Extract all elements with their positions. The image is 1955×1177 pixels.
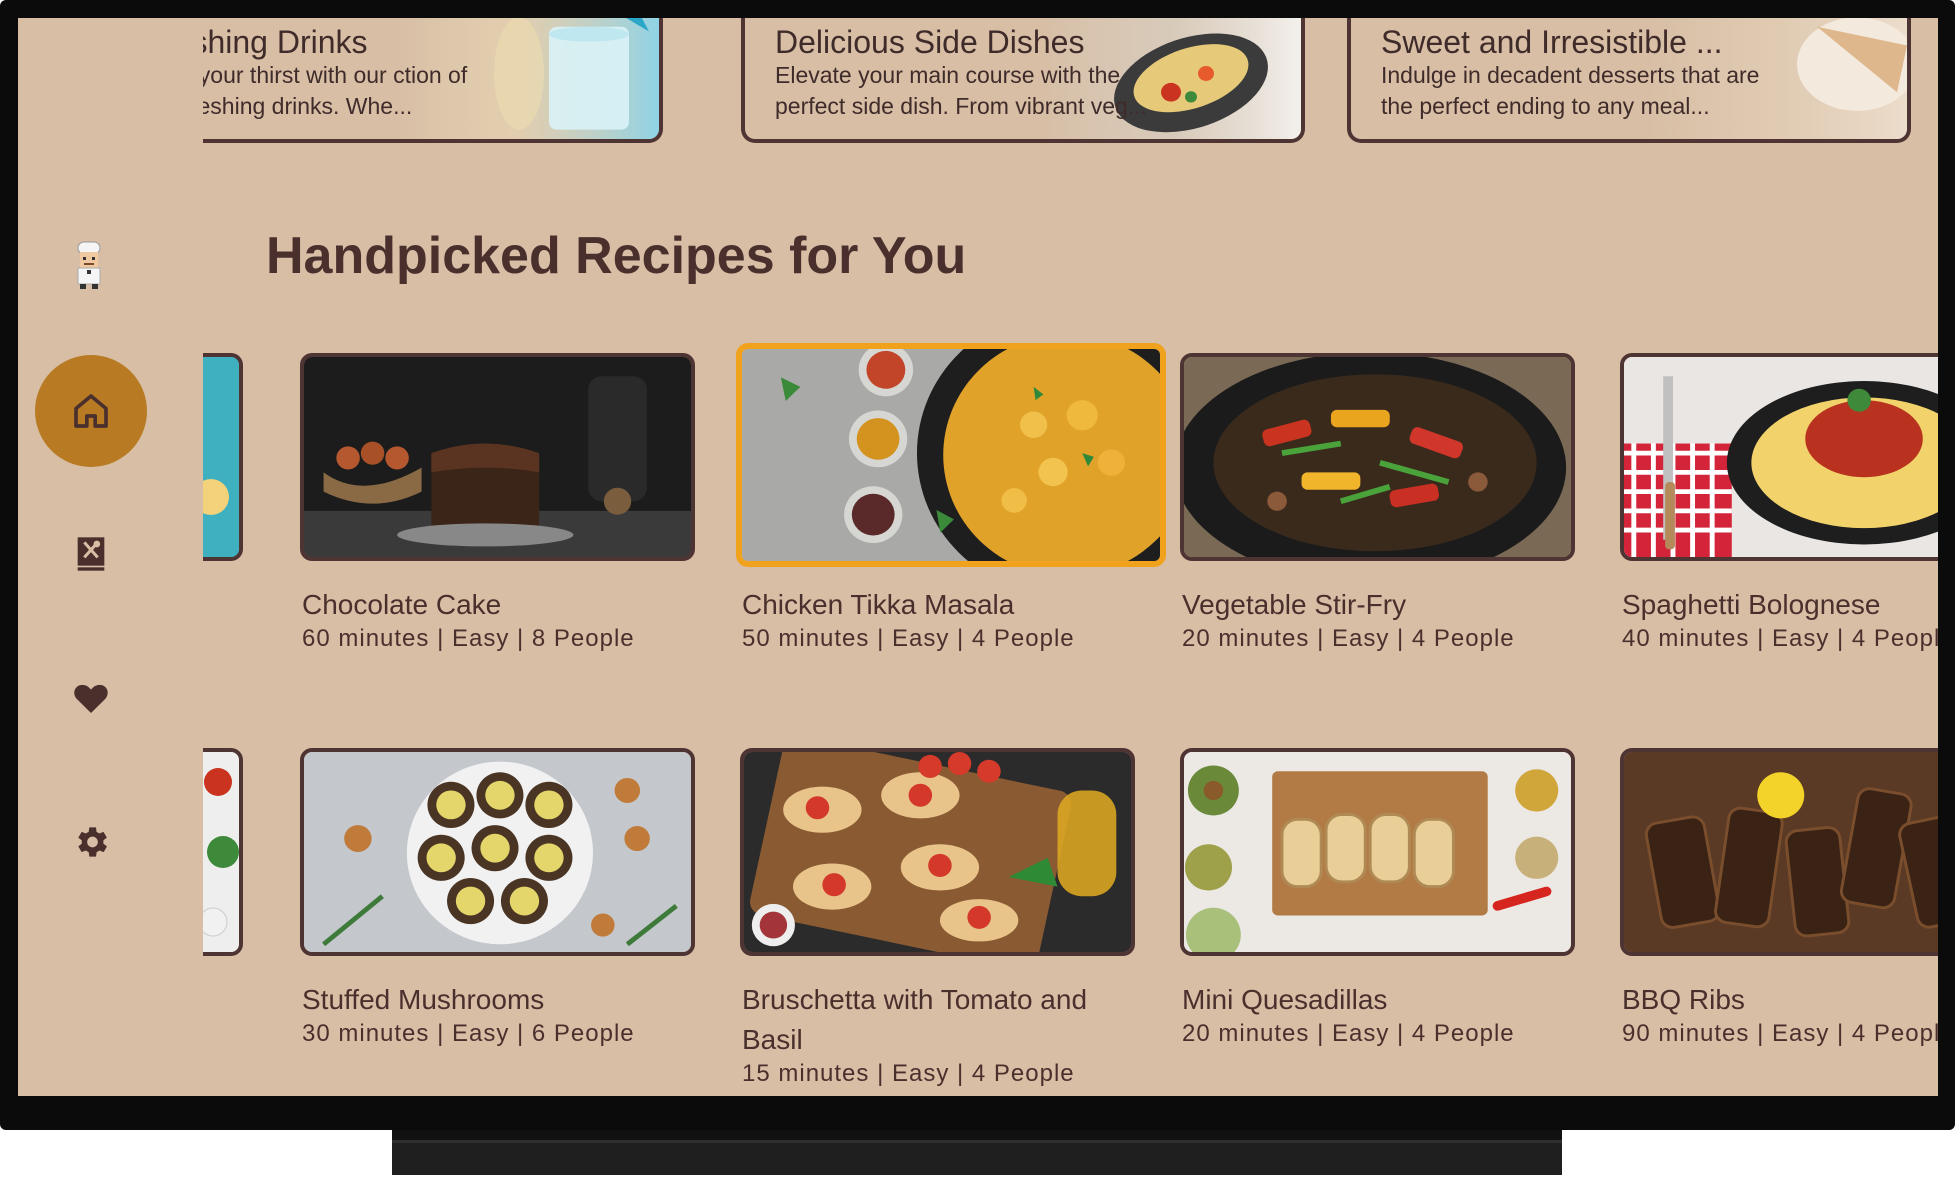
- recipe-meta: 90 minutes | Easy | 4 People: [1622, 1020, 1938, 1047]
- category-title: Delicious Side Dishes: [775, 24, 1085, 60]
- recipe-image: [300, 748, 695, 956]
- recipe-image: [300, 353, 695, 561]
- recipe-meta: 20 minutes | Easy | 4 People: [1182, 1020, 1515, 1047]
- recipe-image: [1620, 353, 1938, 561]
- recipe-name: Spaghetti Bolognese: [1622, 589, 1881, 620]
- category-card-side-dishes[interactable]: Delicious Side Dishes Elevate your main …: [741, 18, 1305, 143]
- category-title: reshing Drinks: [203, 24, 368, 60]
- category-row: reshing Drinks ich your thirst with our …: [203, 18, 1938, 148]
- recipe-image: [740, 748, 1135, 956]
- category-card-desserts[interactable]: Sweet and Irresistible ... Indulge in de…: [1347, 18, 1911, 143]
- recipe-meta: 40 minutes | Easy | 4 People: [1622, 625, 1938, 652]
- recipe-image: [1180, 748, 1575, 956]
- recipe-name: Stuffed Mushrooms: [302, 984, 545, 1015]
- recipe-image: [1180, 353, 1575, 561]
- nav-settings-button[interactable]: [35, 786, 147, 898]
- recipe-grid: Chocolate Cake 60 minutes | Easy | 8 Peo…: [203, 338, 1938, 1096]
- nav-recipes-button[interactable]: [35, 498, 147, 610]
- recipe-image: [736, 343, 1166, 567]
- category-description: ich your thirst with our ction of refres…: [203, 62, 468, 119]
- tv-stand: [392, 1140, 1562, 1175]
- recipe-meta: 60 minutes | Easy | 8 People: [302, 625, 635, 652]
- recipe-image: [203, 752, 239, 952]
- recipe-name: Chocolate Cake: [302, 589, 502, 620]
- sidebar-nav: [18, 18, 203, 1096]
- recipe-name: Bruschetta with Tomato and Basil: [742, 984, 1088, 1055]
- heart-icon: [74, 684, 108, 713]
- tv-stand-shadow: [392, 1130, 1562, 1140]
- recipe-book-icon: [77, 537, 105, 571]
- category-title: Sweet and Irresistible ...: [1381, 24, 1723, 60]
- category-description: Indulge in decadent desserts that are th…: [1381, 62, 1760, 119]
- home-icon: [74, 394, 108, 428]
- recipe-image: [1620, 748, 1938, 956]
- recipe-name: Chicken Tikka Masala: [742, 589, 1015, 620]
- recipe-name: BBQ Ribs: [1622, 984, 1745, 1015]
- nav-favorites-button[interactable]: [35, 642, 147, 754]
- section-title: Handpicked Recipes for You: [266, 227, 967, 285]
- recipe-meta: 30 minutes | Easy | 6 People: [302, 1020, 635, 1047]
- app-screen: reshing Drinks ich your thirst with our …: [18, 18, 1938, 1096]
- recipe-meta: 20 minutes | Easy | 4 People: [1182, 625, 1515, 652]
- category-card-drinks[interactable]: reshing Drinks ich your thirst with our …: [203, 18, 663, 143]
- tv-frame: reshing Drinks ich your thirst with our …: [0, 0, 1955, 1130]
- partial-recipe-card[interactable]: [203, 353, 243, 561]
- gear-icon: [78, 827, 107, 857]
- nav-home-button[interactable]: [35, 355, 147, 467]
- category-description: Elevate your main course with the perfec…: [775, 62, 1147, 119]
- partial-recipe-card[interactable]: [203, 748, 243, 956]
- recipe-image: [203, 357, 239, 557]
- recipe-name: Mini Quesadillas: [1182, 984, 1388, 1015]
- recipe-meta: 15 minutes | Easy | 4 People: [742, 1060, 1075, 1087]
- recipe-name: Vegetable Stir-Fry: [1182, 589, 1407, 620]
- recipe-meta: 50 minutes | Easy | 4 People: [742, 625, 1075, 652]
- chef-avatar-icon[interactable]: [68, 240, 110, 290]
